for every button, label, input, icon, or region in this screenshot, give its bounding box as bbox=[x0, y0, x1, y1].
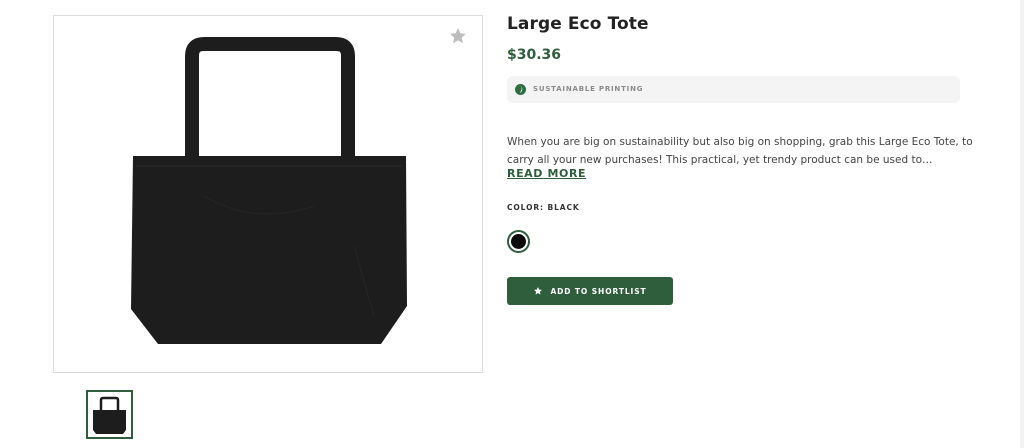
color-value: BLACK bbox=[547, 203, 580, 212]
sustainability-badge: SUSTAINABLE PRINTING bbox=[507, 76, 960, 103]
swatch-fill bbox=[511, 234, 526, 249]
color-label: COLOR: bbox=[507, 203, 544, 212]
color-swatch-black[interactable] bbox=[507, 230, 530, 253]
leaf-icon bbox=[515, 84, 526, 95]
tote-bag-image bbox=[131, 37, 407, 344]
add-to-shortlist-button[interactable]: ADD TO SHORTLIST bbox=[507, 277, 673, 305]
read-more-link[interactable]: READ MORE bbox=[507, 167, 586, 180]
add-to-shortlist-label: ADD TO SHORTLIST bbox=[550, 286, 647, 296]
product-price: $30.36 bbox=[507, 47, 562, 63]
favorite-star-icon[interactable] bbox=[448, 26, 468, 46]
star-icon bbox=[533, 286, 543, 296]
product-description: When you are big on sustainability but a… bbox=[507, 136, 973, 166]
main-product-image[interactable] bbox=[53, 15, 483, 373]
color-label-row: COLOR: BLACK bbox=[507, 203, 580, 212]
tote-bag-thumbnail-image bbox=[93, 396, 126, 434]
badge-label: SUSTAINABLE PRINTING bbox=[533, 85, 644, 93]
product-thumbnail[interactable] bbox=[86, 390, 133, 439]
product-title: Large Eco Tote bbox=[507, 14, 649, 34]
